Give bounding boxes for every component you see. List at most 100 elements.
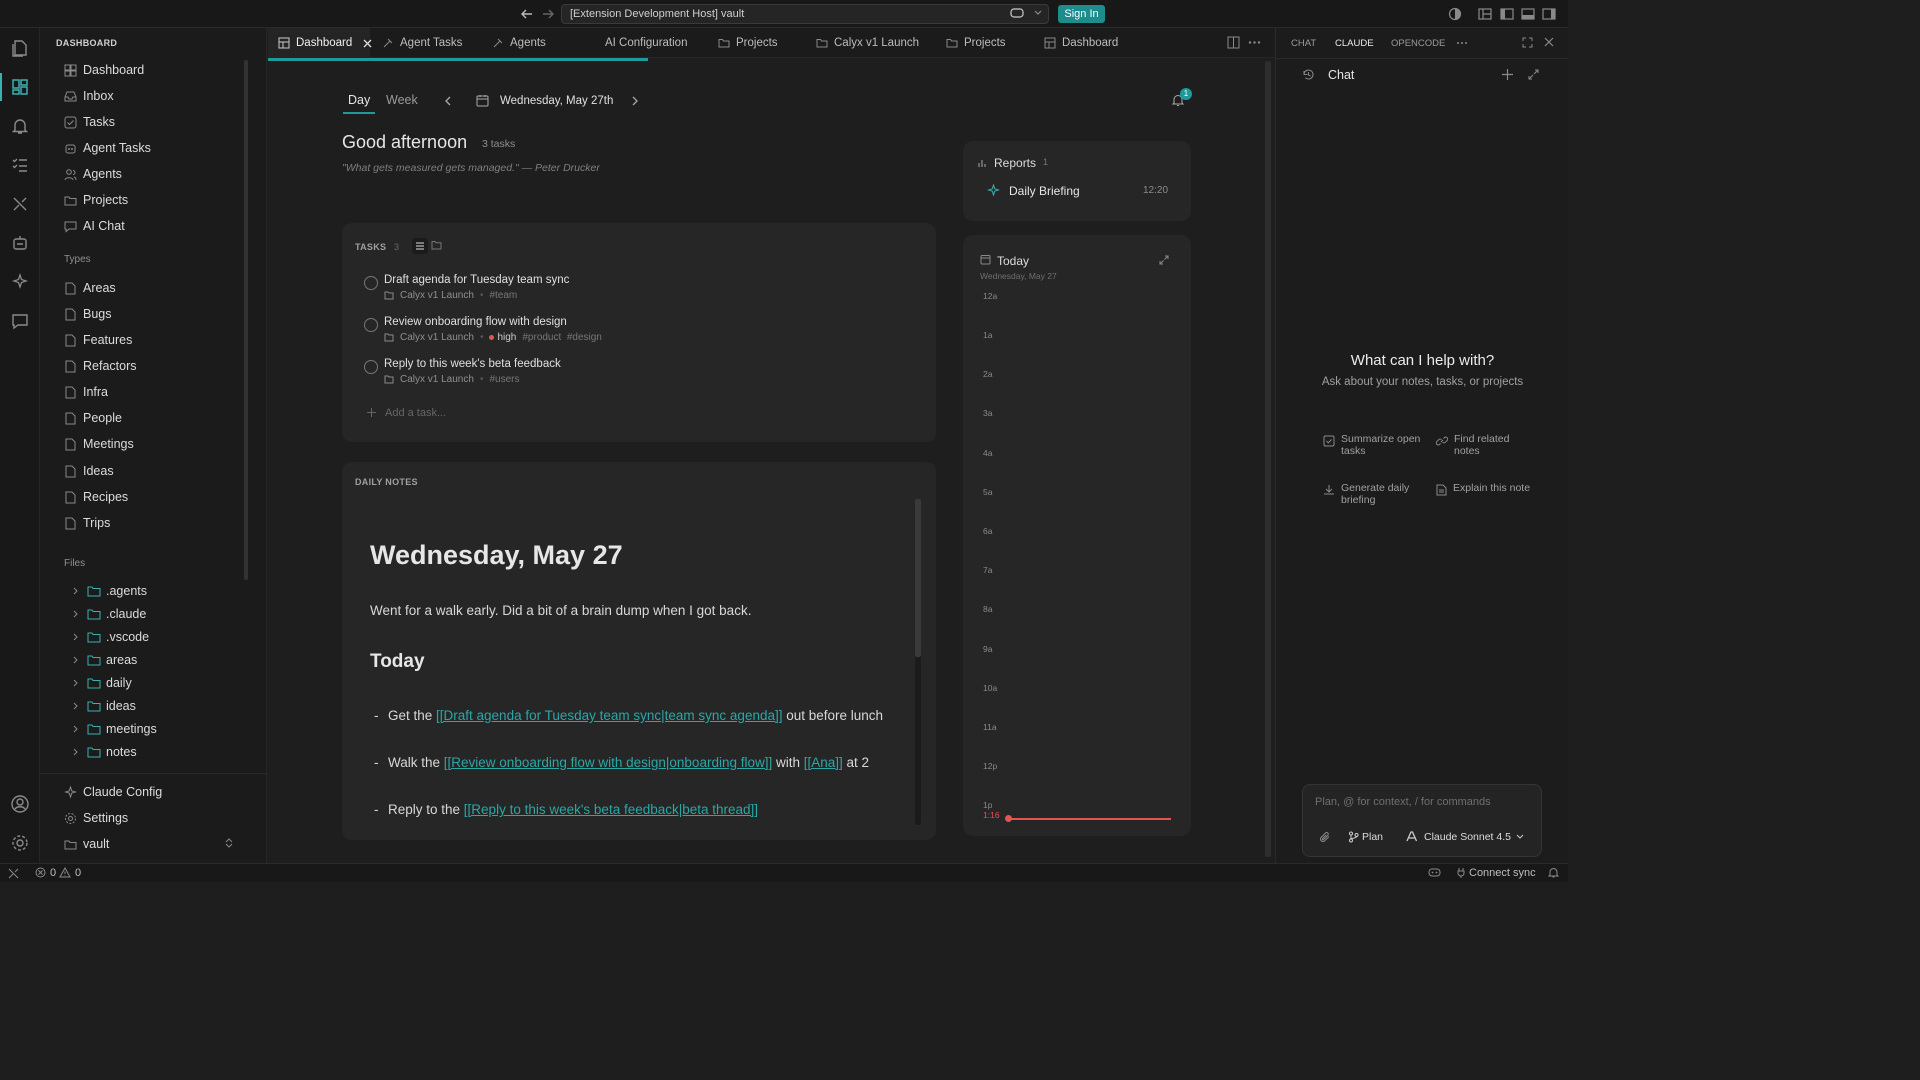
forward-arrow-icon[interactable] [540,6,556,22]
sidebar-item-tasks[interactable]: Tasks [62,111,115,133]
error-icon[interactable] [35,867,46,878]
sparkle-tools-icon[interactable] [8,270,32,294]
task-tags[interactable]: #users [489,374,519,385]
checklist-icon[interactable] [8,153,32,177]
sidebar-item-agents[interactable]: Agents [62,163,122,185]
chevron-updown-icon[interactable] [221,838,237,848]
type-item[interactable]: Recipes [62,486,128,508]
error-count[interactable]: 0 [50,867,56,879]
notifications-bell-icon[interactable] [1548,867,1559,878]
copilot-icon[interactable] [1010,7,1024,19]
task-checkbox[interactable] [364,360,378,374]
task-item[interactable]: Reply to this week's beta feedback Calyx… [364,358,561,385]
dashboard-view-icon[interactable] [8,75,32,99]
tab-projects-2[interactable]: Projects [945,28,1006,58]
chevron-left-icon[interactable] [444,96,452,106]
folder-view-icon[interactable] [431,240,442,250]
manage-gear-icon[interactable] [8,831,32,855]
theme-icon[interactable] [1448,7,1462,21]
plan-mode-button[interactable]: Plan [1362,831,1383,843]
sidebar-scrollbar[interactable] [244,60,248,580]
suggestion-generate-briefing[interactable]: Generate daily briefing [1323,482,1423,506]
robot-icon[interactable] [8,231,32,255]
expand-icon[interactable] [1528,69,1539,80]
new-chat-plus-icon[interactable] [1502,69,1513,80]
suggestion-find-related[interactable]: Find related notes [1436,433,1536,457]
layout-grid-icon[interactable] [1478,7,1492,21]
folder-row[interactable]: areas [70,650,137,670]
sidebar-item-projects[interactable]: Projects [62,189,128,211]
sidebar-item-vault[interactable]: vault [62,833,242,855]
chevron-down-icon[interactable] [1516,834,1524,840]
chat-input-placeholder[interactable]: Plan, @ for context, / for commands [1315,796,1491,808]
report-item-title[interactable]: Daily Briefing [1009,184,1080,198]
suggestion-summarize[interactable]: Summarize open tasks [1323,433,1423,457]
chevron-right-icon[interactable] [631,96,639,106]
sign-in-button[interactable]: Sign In [1058,5,1105,23]
type-item[interactable]: Refactors [62,355,137,377]
panel-tab-claude[interactable]: CLAUDE [1335,38,1374,49]
wiki-link[interactable]: [[Review onboarding flow with design|onb… [444,755,772,770]
folder-row[interactable]: meetings [70,719,157,739]
tab-projects[interactable]: Projects [717,28,778,58]
tab-agents[interactable]: Agents [491,28,546,58]
folder-row[interactable]: .claude [70,604,146,624]
sidebar-item-settings[interactable]: Settings [62,807,128,829]
address-bar[interactable]: [Extension Development Host] vault [561,4,1049,24]
sidebar-item-claude-config[interactable]: Claude Config [62,781,162,803]
explorer-icon[interactable] [8,36,32,60]
add-task-input[interactable]: Add a task... [385,407,446,419]
task-tags[interactable]: #product #design [522,332,602,343]
panel-tab-opencode[interactable]: OPENCODE [1391,38,1445,49]
panel-tab-chat[interactable]: CHAT [1291,38,1316,49]
task-tags[interactable]: #team [489,290,517,301]
sidebar-item-agent-tasks[interactable]: Agent Tasks [62,137,151,159]
source-control-icon[interactable] [8,192,32,216]
type-item[interactable]: People [62,407,122,429]
toggle-panel-icon[interactable] [1521,7,1535,21]
toggle-sidebar-icon[interactable] [1500,7,1514,21]
warning-icon[interactable] [59,867,71,878]
task-checkbox[interactable] [364,318,378,332]
chevron-down-icon[interactable] [1034,9,1042,17]
model-selector[interactable]: Claude Sonnet 4.5 [1424,831,1511,843]
task-item[interactable]: Review onboarding flow with design Calyx… [364,316,602,343]
type-item[interactable]: Areas [62,277,116,299]
copilot-status-icon[interactable] [1428,867,1441,878]
chat-bubble-icon[interactable] [8,309,32,333]
folder-row[interactable]: notes [70,742,137,762]
current-date[interactable]: Wednesday, May 27th [500,95,613,107]
list-view-icon[interactable] [412,238,428,254]
more-actions-icon[interactable] [1248,36,1261,49]
notes-scrollbar[interactable] [915,499,921,825]
close-icon[interactable] [360,39,374,48]
toggle-secondary-sidebar-icon[interactable] [1542,7,1556,21]
type-item[interactable]: Features [62,329,132,351]
type-item[interactable]: Ideas [62,460,114,482]
split-editor-icon[interactable] [1227,36,1240,49]
tab-calyx-v1-launch[interactable]: Calyx v1 Launch [815,28,919,58]
warning-count[interactable]: 0 [75,867,81,879]
view-day-tab[interactable]: Day [348,93,370,107]
folder-row[interactable]: .vscode [70,627,149,647]
type-item[interactable]: Meetings [62,433,134,455]
tab-dashboard-2[interactable]: Dashboard [1043,28,1118,58]
history-icon[interactable] [1302,68,1315,81]
task-item[interactable]: Draft agenda for Tuesday team sync Calyx… [364,274,569,301]
type-item[interactable]: Infra [62,381,108,403]
account-icon[interactable] [8,792,32,816]
close-icon[interactable] [1544,37,1554,47]
tab-dashboard[interactable]: Dashboard [277,28,379,58]
task-project[interactable]: Calyx v1 Launch [400,290,474,301]
more-actions-icon[interactable] [1456,37,1468,49]
view-week-tab[interactable]: Week [386,93,418,107]
wiki-link[interactable]: [[Reply to this week's beta feedback|bet… [464,802,758,817]
type-item[interactable]: Bugs [62,303,112,325]
sidebar-item-dashboard[interactable]: Dashboard [62,59,144,81]
task-project[interactable]: Calyx v1 Launch [400,332,474,343]
wiki-link[interactable]: [[Draft agenda for Tuesday team sync|tea… [436,708,782,723]
expand-icon[interactable] [1159,255,1169,265]
type-item[interactable]: Trips [62,512,110,534]
task-project[interactable]: Calyx v1 Launch [400,374,474,385]
main-scrollbar[interactable] [1265,61,1271,857]
